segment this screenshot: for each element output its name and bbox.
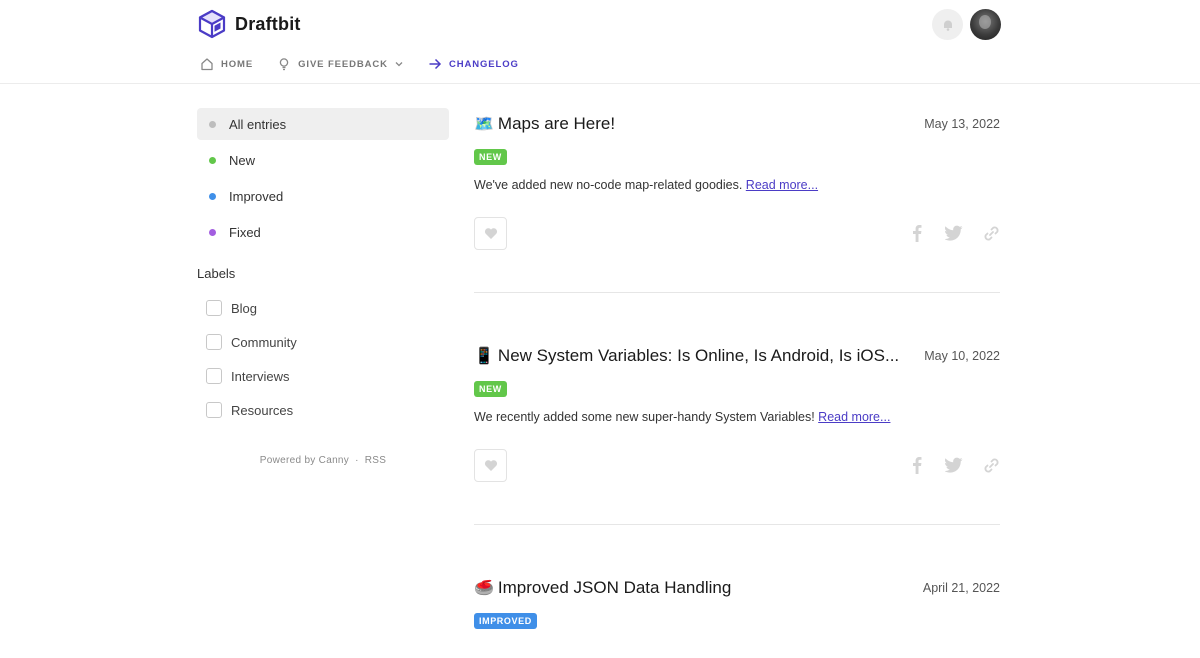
twitter-icon xyxy=(945,225,963,241)
entry-title[interactable]: 📱 New System Variables: Is Online, Is And… xyxy=(474,340,899,373)
entry-date: May 10, 2022 xyxy=(924,349,1000,363)
labels-heading: Labels xyxy=(197,266,236,281)
label-text: Resources xyxy=(231,402,294,418)
header-actions xyxy=(932,9,1001,40)
nav-feedback-label: GIVE FEEDBACK xyxy=(298,58,388,70)
entry-body-text: We recently added some new super-handy S… xyxy=(474,410,815,424)
label-text: Blog xyxy=(231,300,258,316)
share-links xyxy=(889,456,1000,474)
filter-fixed[interactable]: Fixed xyxy=(197,216,449,248)
entry-title-text: New System Variables: Is Online, Is Andr… xyxy=(497,346,900,365)
rss-link[interactable]: RSS xyxy=(365,455,386,466)
copy-link-button[interactable] xyxy=(982,456,1000,474)
status-badge: IMPROVED xyxy=(474,613,537,629)
top-header: Draftbit HOME GIVE FEEDBACK CHANGELOG xyxy=(0,0,1200,84)
filter-label: Improved xyxy=(229,188,284,204)
changelog-entry: 🥌 Improved JSON Data Handling April 21, 2… xyxy=(474,572,1000,629)
entry-date: April 21, 2022 xyxy=(922,581,1000,595)
filter-all-entries[interactable]: All entries xyxy=(197,108,449,140)
heart-icon xyxy=(484,227,497,239)
footer-separator: · xyxy=(355,455,359,466)
entry-divider xyxy=(474,524,1000,525)
entry-emoji: 🗺️ xyxy=(474,116,494,133)
entry-body-text: We've added new no-code map-related good… xyxy=(474,178,743,192)
like-button[interactable] xyxy=(474,216,507,250)
nav-home[interactable]: HOME xyxy=(200,57,253,71)
share-links xyxy=(889,224,1000,242)
nav-home-label: HOME xyxy=(221,58,254,70)
status-badge: NEW xyxy=(474,381,507,397)
status-dot xyxy=(209,192,216,200)
read-more-link[interactable]: Read more... xyxy=(818,410,890,424)
filter-label: Fixed xyxy=(229,224,261,240)
status-dot xyxy=(209,228,216,236)
filter-label: All entries xyxy=(229,116,287,132)
label-checkbox-community[interactable]: Community xyxy=(197,325,449,359)
nav-changelog[interactable]: CHANGELOG xyxy=(428,57,519,71)
changelog-list: 🗺️ Maps are Here! May 13, 2022 NEW We've … xyxy=(474,108,1000,629)
chevron-down-icon xyxy=(395,62,403,67)
user-avatar[interactable] xyxy=(970,9,1001,40)
home-icon xyxy=(201,58,213,71)
lightbulb-icon xyxy=(279,58,289,71)
facebook-icon xyxy=(913,225,922,242)
nav-give-feedback[interactable]: GIVE FEEDBACK xyxy=(277,57,404,71)
notifications-button[interactable] xyxy=(932,9,963,40)
entry-title-text: Maps are Here! xyxy=(497,114,616,133)
link-icon xyxy=(984,226,998,240)
label-checkbox-interviews[interactable]: Interviews xyxy=(197,359,449,393)
facebook-share-button[interactable] xyxy=(908,224,926,242)
twitter-share-button[interactable] xyxy=(945,456,963,474)
entry-body: We've added new no-code map-related good… xyxy=(474,178,1000,192)
checkbox[interactable] xyxy=(206,368,222,384)
status-badge: NEW xyxy=(474,149,507,165)
draftbit-logo-icon xyxy=(198,9,226,39)
status-dot xyxy=(209,120,216,128)
entry-body: We recently added some new super-handy S… xyxy=(474,410,1000,424)
label-checkbox-resources[interactable]: Resources xyxy=(197,393,449,427)
entry-emoji: 📱 xyxy=(474,348,494,365)
nav-changelog-label: CHANGELOG xyxy=(448,58,519,70)
label-checkbox-blog[interactable]: Blog xyxy=(197,291,449,325)
link-icon xyxy=(984,458,998,472)
twitter-icon xyxy=(945,457,963,473)
twitter-share-button[interactable] xyxy=(945,224,963,242)
copy-link-button[interactable] xyxy=(982,224,1000,242)
entry-date: May 13, 2022 xyxy=(924,117,1000,131)
entry-title-text: Improved JSON Data Handling xyxy=(497,578,732,597)
status-dot xyxy=(209,156,216,164)
entry-emoji: 🥌 xyxy=(474,580,494,597)
label-text: Community xyxy=(231,334,297,350)
label-text: Interviews xyxy=(231,368,290,384)
checkbox[interactable] xyxy=(206,402,222,418)
entry-divider xyxy=(474,292,1000,293)
checkbox[interactable] xyxy=(206,300,222,316)
facebook-share-button[interactable] xyxy=(908,456,926,474)
sidebar: All entries New Improved Fixed Labels Bl… xyxy=(197,108,449,466)
arrow-right-icon xyxy=(429,58,441,70)
brand-name: Draftbit xyxy=(235,13,301,34)
checkbox[interactable] xyxy=(206,334,222,350)
brand[interactable]: Draftbit xyxy=(197,8,301,40)
changelog-entry: 🗺️ Maps are Here! May 13, 2022 NEW We've … xyxy=(474,108,1000,293)
entry-actions xyxy=(474,448,1000,482)
filter-improved[interactable]: Improved xyxy=(197,180,449,212)
powered-by-link[interactable]: Powered by Canny xyxy=(260,455,349,466)
facebook-icon xyxy=(913,457,922,474)
entry-actions xyxy=(474,216,1000,250)
filter-label: New xyxy=(229,152,256,168)
like-button[interactable] xyxy=(474,448,507,482)
changelog-entry: 📱 New System Variables: Is Online, Is And… xyxy=(474,340,1000,525)
entry-title[interactable]: 🗺️ Maps are Here! xyxy=(474,108,615,141)
bell-icon xyxy=(943,20,952,31)
heart-icon xyxy=(484,459,497,471)
filter-new[interactable]: New xyxy=(197,144,449,176)
footer-links: Powered by Canny · RSS xyxy=(197,455,449,466)
main-nav: HOME GIVE FEEDBACK CHANGELOG xyxy=(200,55,543,73)
entry-title[interactable]: 🥌 Improved JSON Data Handling xyxy=(474,572,731,605)
read-more-link[interactable]: Read more... xyxy=(746,178,818,192)
